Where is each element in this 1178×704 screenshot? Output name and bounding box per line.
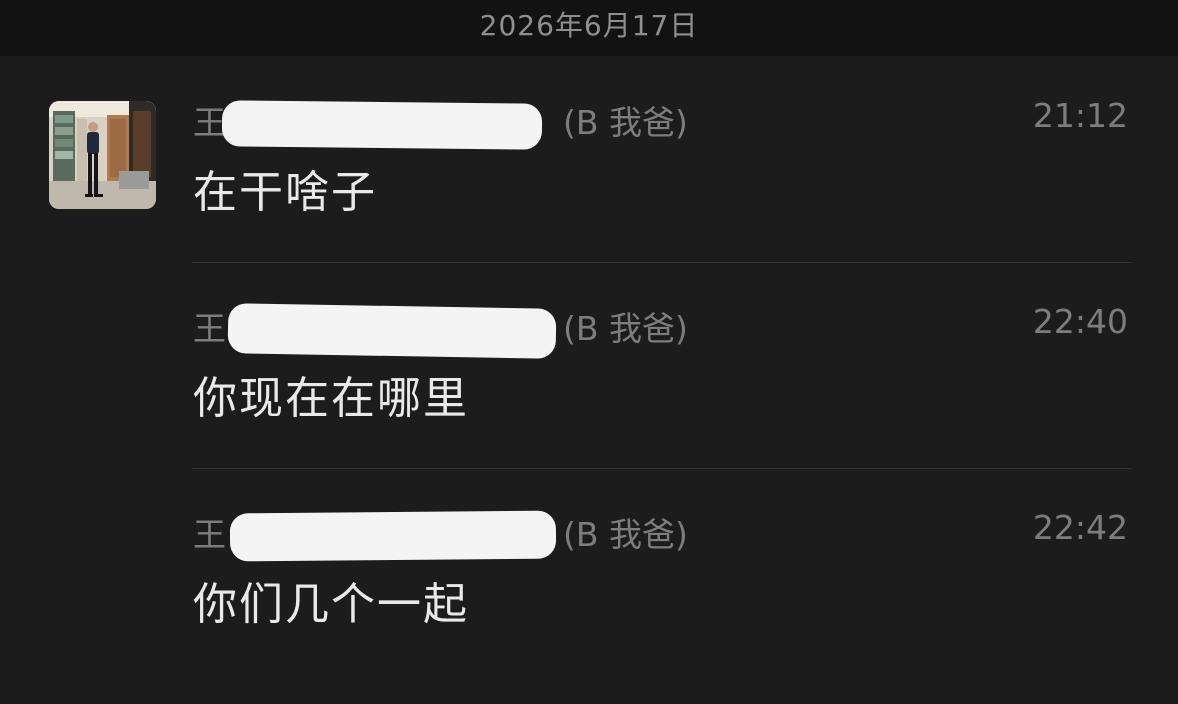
redaction-mark [229,510,557,562]
divider [192,262,1132,263]
message-text: 你们几个一起 [193,579,469,630]
message-text: 你现在在哪里 [193,373,469,424]
header-bar: 2026年6月17日 [0,0,1178,56]
message-history-screen: 2026年6月17日 王 (B 我爸) 21:12 在干啥子 王 (B 我爸) … [0,0,1178,704]
message-time: 21:12 [1032,96,1128,135]
redaction-mark [227,303,557,359]
sender-note: (B 我爸) [563,515,688,554]
divider [192,468,1132,469]
header-date: 2026年6月17日 [479,9,699,42]
message-time: 22:40 [1032,302,1128,341]
message-time: 22:42 [1032,508,1128,547]
sender-name: 王 [193,515,226,554]
sender-name: 王 [193,309,226,348]
message-item[interactable]: 王 (B 我爸) 21:12 在干啥子 [0,96,1178,302]
sender-note: (B 我爸) [563,309,688,348]
redaction-mark [221,100,543,150]
message-item[interactable]: 王 (B 我爸) 22:40 你现在在哪里 [0,302,1178,508]
message-text: 在干啥子 [193,167,377,218]
message-item[interactable]: 王 (B 我爸) 22:42 你们几个一起 [0,508,1178,704]
sender-note: (B 我爸) [563,103,688,142]
